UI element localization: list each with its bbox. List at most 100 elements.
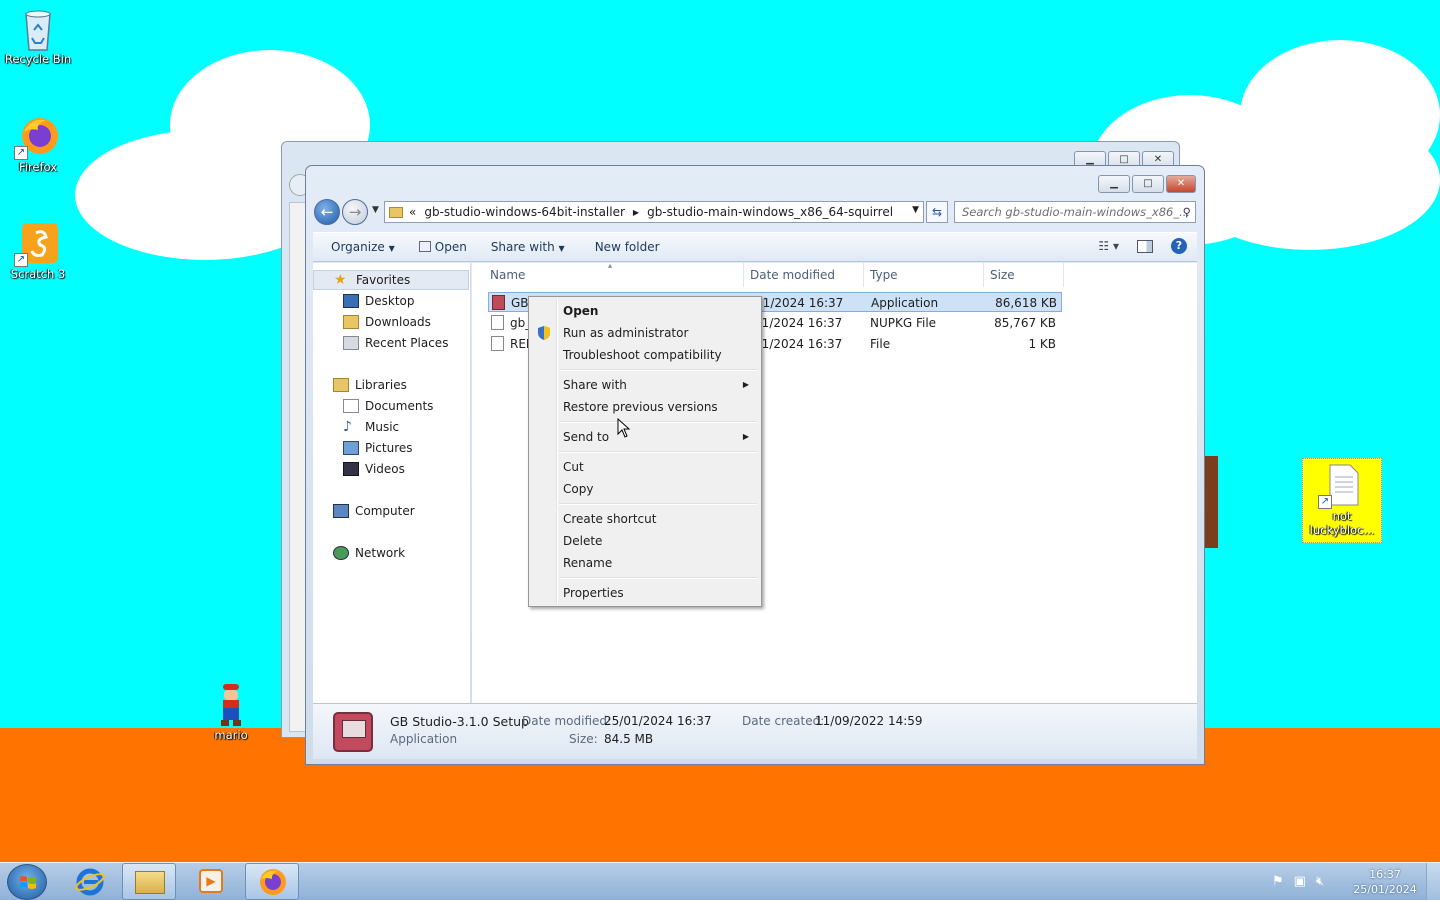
show-desktop-button[interactable] — [1426, 863, 1440, 900]
share-with-button[interactable]: Share with ▼ — [479, 240, 577, 254]
menu-item-troubleshoot-compatibility[interactable]: Troubleshoot compatibility — [531, 344, 759, 366]
nav-label: Favorites — [356, 273, 411, 287]
menu-item-send-to[interactable]: Send to ▶ — [531, 426, 759, 448]
desktop-icon-not-luckyblock[interactable]: ↗ not luckybloc... — [1302, 458, 1382, 543]
desktop-icon-firefox[interactable]: ↗ Firefox — [0, 114, 76, 174]
help-icon[interactable]: ? — [1171, 238, 1187, 254]
taskbar-firefox[interactable] — [245, 863, 299, 900]
libraries-icon — [333, 378, 349, 392]
preview-pane-icon[interactable] — [1137, 239, 1153, 253]
nav-downloads[interactable]: Downloads — [313, 312, 431, 332]
maximize-button[interactable]: □ — [1132, 175, 1164, 193]
breadcrumb-overflow[interactable]: « — [409, 205, 416, 219]
address-bar[interactable]: « gb-studio-windows-64bit-installer ▶ gb… — [384, 201, 924, 223]
new-folder-button[interactable]: New folder — [577, 240, 672, 254]
recent-places-icon — [343, 336, 359, 350]
open-button[interactable]: Open — [407, 240, 479, 254]
breadcrumb-segment[interactable]: gb-studio-windows-64bit-installer — [424, 205, 625, 219]
menu-item-delete[interactable]: Delete — [531, 530, 759, 552]
nav-label: Downloads — [365, 315, 431, 329]
refresh-button[interactable]: ⇆ — [926, 201, 948, 223]
breadcrumb-separator-icon[interactable]: ▶ — [633, 208, 639, 217]
column-label: Name — [490, 268, 526, 282]
nav-label: Desktop — [365, 294, 415, 308]
close-button[interactable]: ✕ — [1166, 175, 1196, 193]
recent-pages-dropdown[interactable]: ▼ — [372, 205, 379, 215]
menu-item-properties[interactable]: Properties — [531, 582, 759, 604]
menu-label: Properties — [563, 586, 624, 600]
nav-documents[interactable]: Documents — [313, 396, 433, 416]
nav-videos[interactable]: Videos — [313, 459, 405, 479]
view-controls: ☷ ▾ ? — [1098, 238, 1187, 254]
search-input[interactable]: Search gb-studio-main-windows_x86_... ⚲ — [954, 201, 1196, 223]
taskbar-media-player[interactable]: ▶ — [183, 863, 237, 900]
menu-label: Open — [563, 304, 599, 318]
column-header-size[interactable]: Size — [984, 263, 1064, 287]
media-player-icon: ▶ — [199, 869, 223, 893]
nav-favorites[interactable]: ★ Favorites — [313, 270, 469, 290]
search-icon[interactable]: ⚲ — [1183, 202, 1191, 222]
menu-item-share-with[interactable]: Share with ▶ — [531, 374, 759, 396]
file-size: 86,618 KB — [995, 296, 1057, 310]
network-status-icon[interactable]: ▣ — [1294, 874, 1306, 889]
menu-label: Send to — [563, 430, 610, 444]
volume-muted-icon[interactable]: 🔇︎ — [1316, 874, 1324, 889]
forward-button[interactable]: → — [342, 199, 368, 225]
navigation-pane: ★ Favorites Desktop Downloads Recent Plac… — [313, 263, 471, 703]
back-button[interactable]: ← — [314, 199, 340, 225]
address-dropdown-icon[interactable]: ▼ — [912, 205, 919, 215]
file-icon — [491, 336, 504, 351]
cloud — [1180, 110, 1440, 250]
nav-desktop[interactable]: Desktop — [313, 291, 415, 311]
file-date: /01/2024 16:37 — [750, 337, 843, 351]
details-file-name: GB Studio-3.1.0 Setup — [390, 714, 529, 729]
nav-libraries[interactable]: Libraries — [313, 375, 407, 395]
system-clock[interactable]: 16:37 25/01/2024 — [1350, 867, 1420, 897]
desktop-icon-mario[interactable]: mario — [193, 682, 269, 742]
file-size: 1 KB — [1028, 337, 1056, 351]
column-label: Size — [990, 268, 1015, 282]
file-explorer-icon — [135, 871, 165, 894]
menu-label: Share with — [563, 378, 627, 392]
menu-item-rename[interactable]: Rename — [531, 552, 759, 574]
menu-item-copy[interactable]: Copy — [531, 478, 759, 500]
change-view-icon[interactable]: ☷ ▾ — [1098, 239, 1119, 253]
taskbar-file-explorer[interactable] — [122, 863, 176, 900]
menu-item-restore-previous-versions[interactable]: Restore previous versions — [531, 396, 759, 418]
column-header-date-modified[interactable]: Date modified — [744, 263, 864, 287]
organize-button[interactable]: Organize ▼ — [313, 240, 407, 254]
breadcrumb-segment[interactable]: gb-studio-main-windows_x86_64-squirrel — [647, 205, 893, 219]
action-center-flag-icon[interactable]: ⚑ — [1272, 874, 1284, 889]
details-pane: GB Studio-3.1.0 Setup Application Date m… — [313, 703, 1197, 759]
nav-music[interactable]: ♪ Music — [313, 417, 399, 437]
desktop-icon-scratch[interactable]: ↗ Scratch 3 — [0, 221, 76, 281]
firefox-icon: ↗ — [14, 114, 60, 160]
file-size: 85,767 KB — [994, 316, 1056, 330]
nav-recent-places[interactable]: Recent Places — [313, 333, 448, 353]
menu-item-run-as-administrator[interactable]: Run as administrator — [531, 322, 759, 344]
menu-item-create-shortcut[interactable]: Create shortcut — [531, 508, 759, 530]
nav-label: Computer — [355, 504, 415, 518]
nav-computer[interactable]: Computer — [313, 501, 415, 521]
menu-label: Create shortcut — [563, 512, 657, 526]
nav-network[interactable]: Network — [313, 543, 405, 563]
nav-pictures[interactable]: Pictures — [313, 438, 413, 458]
desktop-icon-label: Firefox — [18, 160, 58, 174]
taskbar-internet-explorer[interactable] — [63, 863, 117, 900]
menu-item-cut[interactable]: Cut — [531, 456, 759, 478]
minimize-button[interactable]: ▁ — [1098, 175, 1130, 193]
menu-separator — [559, 369, 757, 371]
folder-icon — [389, 206, 403, 218]
details-date-created-label: Date created: — [742, 714, 825, 728]
command-bar: Organize ▼ Open Share with ▼ New folder … — [313, 232, 1197, 262]
menu-item-open[interactable]: Open — [531, 300, 759, 322]
firefox-icon — [260, 869, 286, 895]
start-button[interactable] — [7, 864, 47, 900]
column-header-name[interactable]: Name ▴ — [484, 261, 744, 287]
details-size: 84.5 MB — [604, 732, 654, 746]
desktop-icon-recycle-bin[interactable]: Recycle Bin — [0, 6, 76, 66]
file-type: Application — [871, 296, 939, 310]
column-header-type[interactable]: Type — [864, 263, 984, 287]
mario-icon — [209, 682, 253, 726]
menu-label: Troubleshoot compatibility — [563, 348, 722, 362]
